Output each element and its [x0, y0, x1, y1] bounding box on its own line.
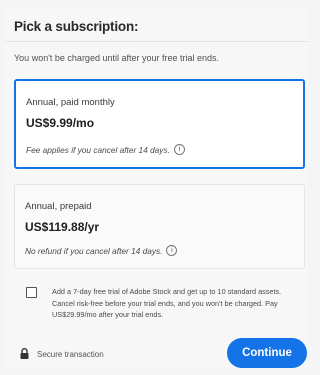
page-title: Pick a subscription: [14, 19, 139, 34]
plan-price: US$9.99/mo [26, 116, 95, 130]
plan-name: Annual, prepaid [25, 201, 92, 212]
plan-note: No refund if you cancel after 14 days. [25, 245, 163, 256]
plan-option-annual-prepaid[interactable]: Annual, prepaid US$119.88/yr No refund i… [14, 184, 305, 269]
trial-subtitle: You won't be charged until after your fr… [14, 53, 220, 63]
lock-icon [20, 348, 29, 361]
stock-trial-text: Add a 7-day free trial of Adobe Stock an… [52, 287, 282, 319]
plan-option-annual-monthly[interactable]: Annual, paid monthly US$9.99/mo Fee appl… [14, 79, 305, 169]
plan-note-row: No refund if you cancel after 14 days. i [25, 245, 178, 256]
continue-button[interactable]: Continue [227, 338, 307, 368]
plan-note-row: Fee applies if you cancel after 14 days.… [26, 144, 185, 155]
plan-name: Annual, paid monthly [26, 97, 115, 108]
divider [6, 41, 307, 42]
subscription-panel: Pick a subscription: You won't be charge… [6, 6, 307, 368]
plan-note: Fee applies if you cancel after 14 days. [26, 144, 170, 155]
secure-label: Secure transaction [37, 350, 104, 359]
stock-trial-checkbox[interactable] [26, 287, 37, 298]
info-icon[interactable]: i [173, 144, 185, 155]
secure-transaction: Secure transaction [20, 348, 104, 361]
plan-price: US$119.88/yr [25, 220, 100, 234]
info-icon[interactable]: i [166, 245, 178, 256]
